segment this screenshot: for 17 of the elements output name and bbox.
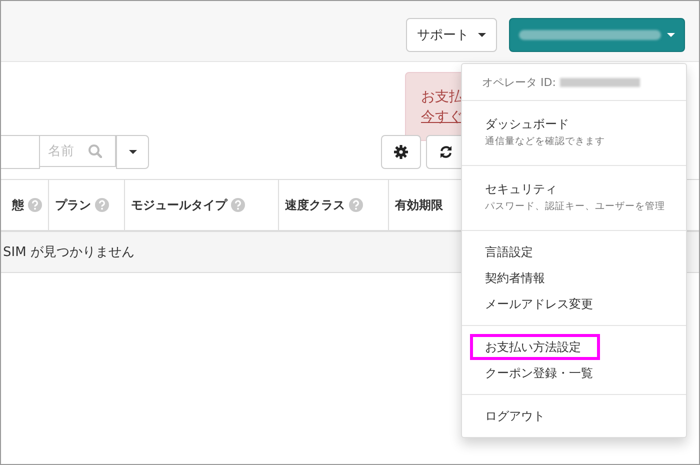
operator-label: オペレータ ID: <box>482 74 556 90</box>
menu-item[interactable]: クーポン登録・一覧 <box>470 360 608 386</box>
menu-item[interactable]: セキュリティ パスワード、認証キー、ユーザーを管理 <box>470 174 680 222</box>
column-header[interactable]: プラン <box>55 196 91 214</box>
menu-item[interactable]: ダッシュボード 通信量などを確認できます <box>470 109 620 157</box>
alert-link[interactable]: 今すぐ <box>421 108 463 126</box>
menu-item[interactable]: メールアドレス変更 <box>470 291 608 317</box>
column-header[interactable]: 有効期限 <box>395 196 443 214</box>
column-header[interactable]: モジュールタイプ <box>131 196 227 214</box>
support-button[interactable]: サポート <box>406 18 497 52</box>
menu-item[interactable]: 契約者情報 <box>470 265 560 291</box>
menu-item[interactable]: ログアウト <box>470 403 560 429</box>
column-header[interactable]: 態 <box>12 196 24 214</box>
empty-message: SIM が見つかりません <box>3 244 134 261</box>
menu-item[interactable]: お支払い方法設定 <box>470 334 600 360</box>
menu-item[interactable]: 言語設定 <box>470 239 548 265</box>
column-header[interactable]: 速度クラス <box>285 196 345 214</box>
